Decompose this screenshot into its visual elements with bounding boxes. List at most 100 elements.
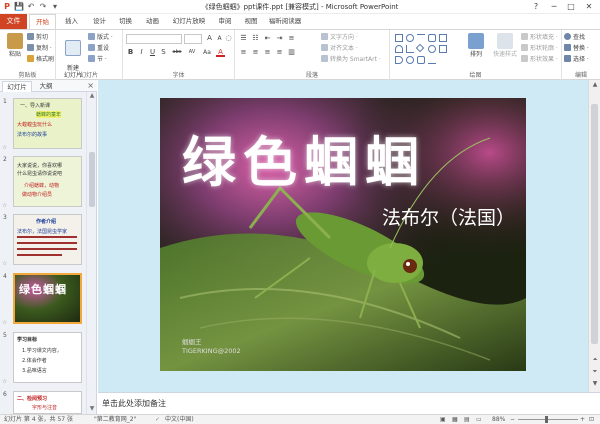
normal-view-icon[interactable]: ▣ (440, 415, 446, 424)
tab-view[interactable]: 视图 (239, 14, 263, 29)
language-indicator[interactable]: 中文(中国) (165, 415, 194, 424)
line-spacing-icon[interactable]: ≡ (287, 34, 296, 43)
tab-insert[interactable]: 插入 (58, 14, 85, 29)
spell-check-icon[interactable]: ✓ (155, 415, 160, 424)
scroll-up-icon[interactable]: ▲ (590, 81, 600, 88)
scrollbar-thumb[interactable] (591, 104, 598, 344)
character-spacing-button[interactable]: AV (186, 48, 198, 57)
reset-button[interactable]: 重设 (88, 44, 109, 54)
grow-font-icon[interactable]: A (205, 34, 214, 43)
shrink-font-icon[interactable]: A (215, 34, 224, 43)
square-shape-icon[interactable] (439, 45, 447, 53)
justify-icon[interactable]: ≡ (275, 48, 284, 57)
zoom-out-icon[interactable]: − (510, 415, 515, 424)
minimize-button[interactable]: ─ (546, 1, 562, 13)
zoom-slider-handle[interactable] (545, 416, 548, 423)
convert-smartart-button[interactable]: 转换为 SmartArt · (321, 55, 381, 65)
scroll-down-icon[interactable]: ▼ (87, 405, 97, 414)
next-slide-icon[interactable]: ⏷ (590, 368, 600, 376)
tab-slides-view[interactable]: 幻灯片 (2, 81, 32, 92)
arc-shape-icon[interactable] (395, 45, 403, 53)
change-case-button[interactable]: Aa (201, 48, 213, 57)
tab-design[interactable]: 设计 (87, 14, 112, 29)
tab-foxit-reader[interactable]: 福昕阅读器 (265, 14, 305, 29)
file-tab[interactable]: 文件 (0, 14, 27, 29)
zoom-in-icon[interactable]: + (580, 415, 585, 424)
align-right-icon[interactable]: ≡ (263, 48, 272, 57)
italic-button[interactable]: I (137, 48, 146, 57)
circle-shape-icon[interactable] (428, 45, 436, 53)
fit-to-window-icon[interactable]: ⊡ (589, 415, 594, 424)
new-slide-button[interactable]: 新建 幻灯片 (60, 33, 86, 79)
section-button[interactable]: 节 · (88, 55, 107, 65)
redo-icon[interactable]: ↷ (38, 2, 48, 12)
zoom-slider[interactable] (518, 419, 578, 420)
shape-fill-button[interactable]: 形状填充 · (521, 33, 558, 43)
notes-placeholder[interactable]: 单击此处添加备注 (102, 398, 166, 409)
connector-shape-icon[interactable] (406, 45, 414, 53)
underline-button[interactable]: U (148, 48, 157, 57)
format-painter-button[interactable]: 格式刷 (27, 55, 54, 65)
close-button[interactable]: ✕ (581, 1, 597, 13)
tab-outline-view[interactable]: 大纲 (34, 81, 58, 92)
strikethrough-button[interactable]: abc (170, 48, 184, 57)
arrow-shape-icon[interactable] (428, 56, 436, 64)
oval-shape-icon[interactable] (406, 34, 414, 42)
undo-icon[interactable]: ↶ (26, 2, 36, 12)
tab-slideshow[interactable]: 幻灯片放映 (168, 14, 210, 29)
line-shape-icon[interactable] (417, 34, 425, 42)
shape-outline-button[interactable]: 形状轮廓 · (521, 44, 558, 54)
powerpoint-app-icon[interactable]: P (2, 2, 12, 12)
bullets-icon[interactable]: ☰ (239, 34, 248, 43)
find-button[interactable]: 查找 (564, 33, 585, 43)
scrollbar-thumb[interactable] (89, 152, 95, 207)
paste-button[interactable]: 粘贴 (2, 33, 28, 69)
callout-shape-icon[interactable] (417, 56, 425, 64)
tab-transitions[interactable]: 切换 (113, 14, 138, 29)
rectangle-shape-icon[interactable] (395, 34, 403, 42)
copy-button[interactable]: 复制 · (27, 44, 52, 54)
arrange-button[interactable]: 排列 (463, 33, 489, 69)
current-slide[interactable]: 绿色蝈蝈 法布尔（法国） 蝈蝈王 TIGERKING@2002 (160, 98, 526, 371)
notes-pane[interactable]: 单击此处添加备注 (98, 392, 600, 414)
ring-shape-icon[interactable] (406, 56, 414, 64)
layout-button[interactable]: 版式 · (88, 33, 113, 43)
align-text-button[interactable]: 对齐文本 · (321, 44, 358, 54)
rounded-rect-shape-icon[interactable] (428, 34, 436, 42)
slide-subtitle[interactable]: 法布尔（法国） (382, 203, 515, 230)
slide-title[interactable]: 绿色蝈蝈 (182, 118, 426, 197)
maximize-button[interactable]: □ (563, 1, 579, 13)
tab-animations[interactable]: 动画 (140, 14, 165, 29)
replace-button[interactable]: 替换 · (564, 44, 589, 54)
diamond-shape-icon[interactable] (415, 43, 425, 53)
clear-format-icon[interactable]: ◌ (224, 34, 233, 43)
align-left-icon[interactable]: ≡ (239, 48, 248, 57)
shape-effects-button[interactable]: 形状效果 · (521, 55, 558, 65)
textbox-shape-icon[interactable] (439, 34, 447, 42)
quick-styles-button[interactable]: 快速样式 (490, 33, 520, 69)
slide-sorter-icon[interactable]: ▦ (452, 415, 458, 424)
font-name-dropdown[interactable] (126, 34, 182, 44)
canvas-scrollbar[interactable]: ▲ ⏶ ⏷ ▼ (588, 80, 600, 392)
decrease-indent-icon[interactable]: ⇤ (263, 34, 272, 43)
align-center-icon[interactable]: ≡ (251, 48, 260, 57)
scroll-up-icon[interactable]: ▲ (87, 92, 97, 101)
shadow-button[interactable]: S (159, 48, 168, 57)
numbering-icon[interactable]: ☷ (251, 34, 260, 43)
reading-view-icon[interactable]: ▤ (464, 415, 470, 424)
wave-shape-icon[interactable] (395, 56, 403, 64)
close-pane-icon[interactable]: × (87, 81, 94, 90)
tab-home[interactable]: 开始 (29, 14, 56, 29)
customize-quick-access-icon[interactable]: ▾ (50, 2, 60, 12)
bold-button[interactable]: B (126, 48, 135, 57)
save-icon[interactable]: 💾 (14, 2, 24, 12)
tab-review[interactable]: 审阅 (213, 14, 237, 29)
cut-button[interactable]: 剪切 (27, 33, 48, 43)
slideshow-icon[interactable]: ▭ (476, 415, 482, 424)
help-icon[interactable]: ? (528, 1, 544, 13)
columns-icon[interactable]: ▥ (287, 48, 296, 57)
text-direction-button[interactable]: 文字方向 · (321, 33, 358, 43)
zoom-level[interactable]: 88% (492, 415, 505, 424)
slides-pane-scrollbar[interactable]: ▲ ▼ (86, 92, 96, 414)
scroll-down-icon[interactable]: ▼ (590, 380, 600, 387)
